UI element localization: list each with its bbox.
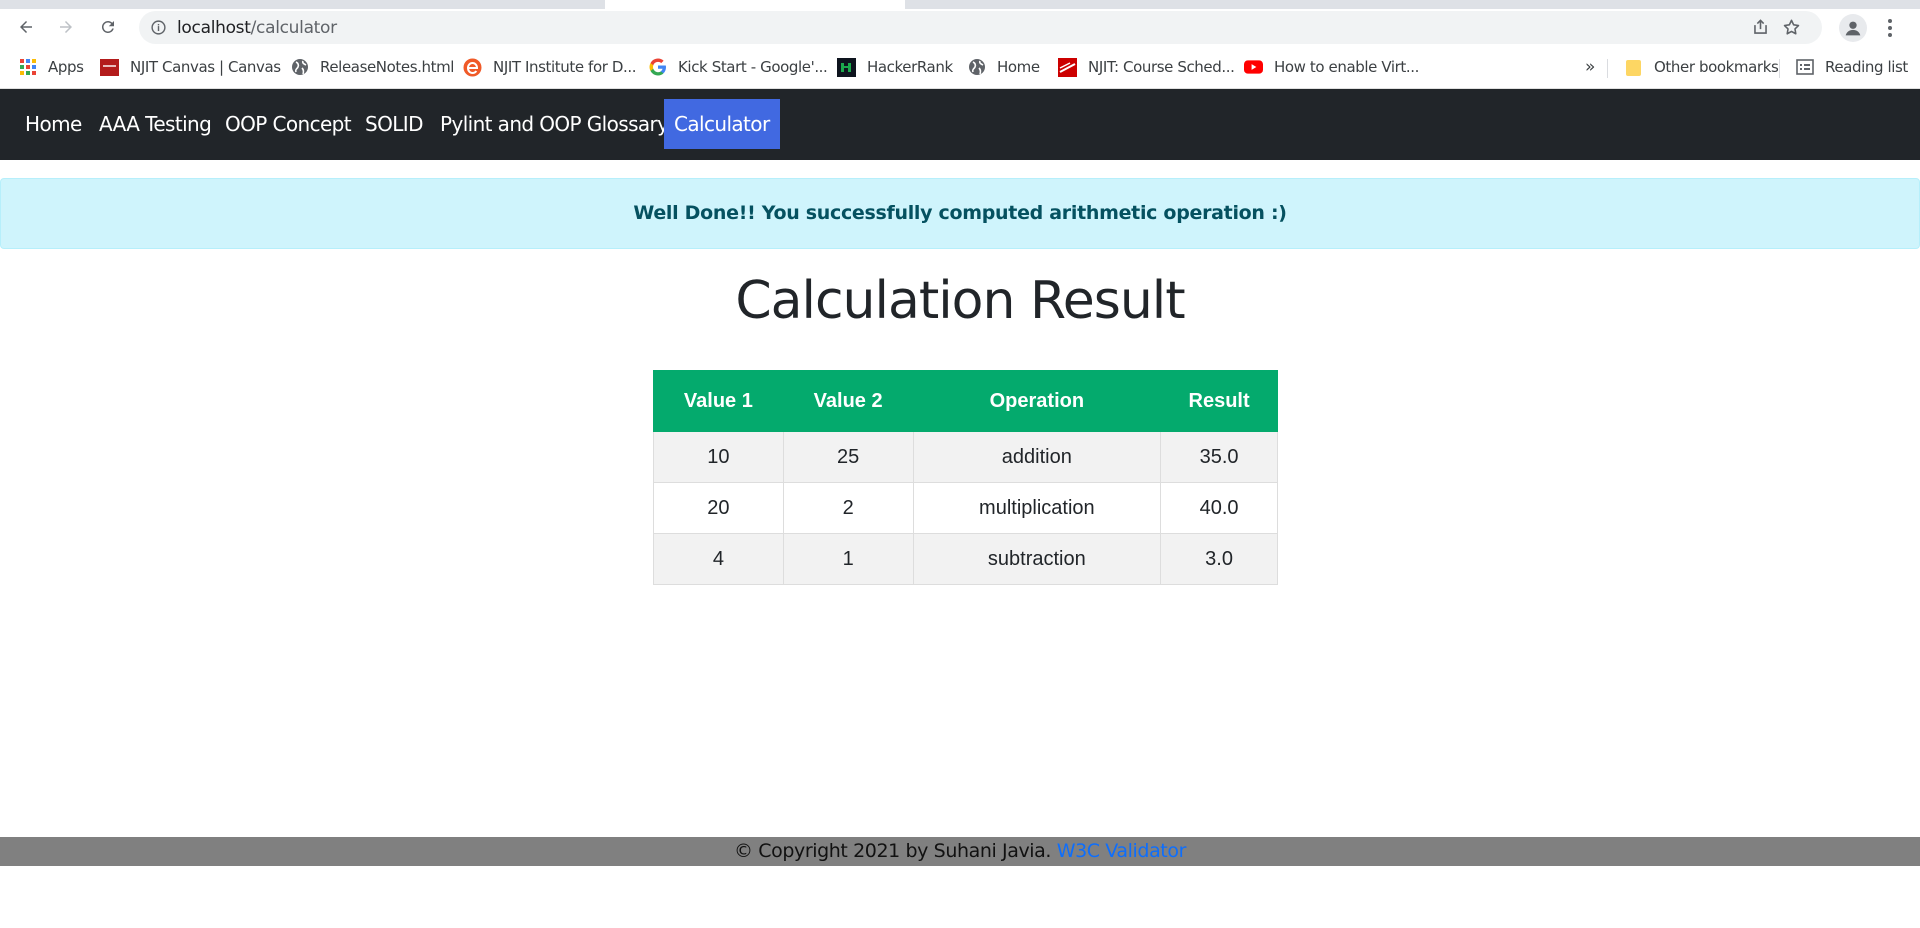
reload-icon[interactable]	[94, 13, 122, 41]
forward-icon[interactable]	[52, 13, 80, 41]
cell-operation: multiplication	[912, 482, 1162, 534]
nav-link-calculator[interactable]: Calculator	[664, 99, 780, 149]
cell-value-2: 1	[782, 533, 914, 585]
bookmark-course-schedule[interactable]: NJIT: Course Sched...	[1058, 56, 1235, 78]
cell-value-1: 4	[653, 533, 784, 585]
column-header-operation: Operation	[912, 370, 1162, 432]
browser-menu-icon[interactable]	[1883, 17, 1897, 39]
youtube-icon	[1244, 58, 1263, 77]
w3c-validator-link[interactable]: W3C Validator	[1057, 840, 1187, 862]
url-text: localhost/calculator	[177, 18, 337, 38]
table-row: 20 2 multiplication 40.0	[653, 482, 1278, 534]
back-icon[interactable]	[12, 13, 40, 41]
bookmark-enable-virt[interactable]: How to enable Virt...	[1244, 56, 1419, 78]
site-info-icon[interactable]	[150, 19, 167, 36]
calculation-result-table: Value 1 Value 2 Operation Result 10 25 a…	[653, 370, 1278, 585]
bookmarks-overflow-button[interactable]: »	[1585, 56, 1595, 78]
nav-link-aaa-testing[interactable]: AAA Testing	[89, 99, 221, 149]
reading-list-button[interactable]: Reading list	[1795, 56, 1908, 78]
cell-value-1: 20	[653, 482, 784, 534]
url-host: localhost	[177, 18, 251, 38]
bookmark-release-notes[interactable]: ReleaseNotes.html	[290, 56, 454, 78]
apps-grid-icon	[18, 58, 37, 77]
bookmarks-bar: Apps NJIT Canvas | Canvas ReleaseNotes.h…	[0, 46, 1920, 89]
nav-link-pylint-glossary[interactable]: Pylint and OOP Glossary	[430, 99, 678, 149]
other-bookmarks-label: Other bookmarks	[1654, 58, 1779, 76]
overflow-chevron-icon: »	[1585, 57, 1596, 77]
bookmark-star-icon[interactable]	[1782, 18, 1801, 37]
nav-link-home[interactable]: Home	[15, 99, 92, 149]
globe-icon	[967, 58, 986, 77]
table-row: 4 1 subtraction 3.0	[653, 533, 1278, 585]
address-bar[interactable]: localhost/calculator	[139, 11, 1822, 44]
bookmark-home[interactable]: Home	[967, 56, 1040, 78]
other-bookmarks-folder[interactable]: Other bookmarks	[1624, 56, 1779, 78]
share-icon[interactable]	[1751, 18, 1770, 37]
column-header-value-2: Value 2	[782, 370, 914, 432]
cell-result: 40.0	[1160, 482, 1278, 534]
hackerrank-icon	[837, 57, 856, 77]
table-row: 10 25 addition 35.0	[653, 431, 1278, 483]
njit-canvas-icon	[100, 58, 119, 77]
cell-operation: addition	[912, 431, 1162, 483]
bookmark-njit-institute[interactable]: NJIT Institute for D...	[463, 56, 637, 78]
bookmark-label: How to enable Virt...	[1274, 58, 1419, 76]
folder-icon	[1624, 58, 1643, 77]
bookmarks-divider	[1607, 59, 1608, 78]
bookmark-apps[interactable]: Apps	[18, 56, 84, 78]
active-tab[interactable]	[605, 0, 905, 9]
reading-list-label: Reading list	[1825, 58, 1908, 76]
cell-value-2: 2	[782, 482, 914, 534]
bookmark-kick-start[interactable]: Kick Start - Google'...	[648, 56, 828, 78]
cell-result: 3.0	[1160, 533, 1278, 585]
bookmarks-divider	[1779, 59, 1780, 78]
browser-tab-strip	[0, 0, 1920, 9]
url-path: /calculator	[250, 18, 338, 38]
table-header-row: Value 1 Value 2 Operation Result	[653, 370, 1278, 432]
bookmark-label: NJIT Canvas | Canvas	[130, 58, 281, 76]
bookmark-label: ReleaseNotes.html	[320, 58, 455, 76]
nav-link-oop-concept[interactable]: OOP Concept	[215, 99, 361, 149]
njit-icon	[1058, 57, 1077, 77]
page-title: Calculation Result	[735, 271, 1185, 331]
bookmark-label: Home	[997, 58, 1040, 76]
site-navbar: Home AAA Testing OOP Concept SOLID Pylin…	[0, 89, 1920, 160]
profile-avatar-icon[interactable]	[1839, 14, 1867, 42]
globe-icon	[290, 58, 309, 77]
copyright-text: © Copyright 2021 by Suhani Javia.	[734, 840, 1052, 862]
nav-link-solid[interactable]: SOLID	[355, 99, 433, 149]
success-alert: Well Done!! You successfully computed ar…	[0, 178, 1920, 249]
bookmark-njit-canvas[interactable]: NJIT Canvas | Canvas	[100, 56, 281, 78]
bookmark-label: NJIT Institute for D...	[493, 58, 637, 76]
bookmark-label: NJIT: Course Sched...	[1088, 58, 1235, 76]
bookmark-label: HackerRank	[867, 58, 953, 76]
page-footer: © Copyright 2021 by Suhani Javia. W3C Va…	[0, 837, 1920, 866]
column-header-value-1: Value 1	[653, 370, 784, 432]
e-logo-icon	[463, 58, 482, 77]
column-header-result: Result	[1160, 370, 1278, 432]
cell-value-2: 25	[782, 431, 914, 483]
bookmark-hackerrank[interactable]: HackerRank	[837, 56, 953, 78]
bookmark-label: Apps	[48, 58, 84, 76]
bookmark-label: Kick Start - Google'...	[678, 58, 828, 76]
browser-toolbar: localhost/calculator	[0, 9, 1920, 46]
cell-result: 35.0	[1160, 431, 1278, 483]
google-icon	[648, 58, 667, 77]
cell-operation: subtraction	[912, 533, 1162, 585]
cell-value-1: 10	[653, 431, 784, 483]
reading-list-icon	[1795, 58, 1814, 77]
